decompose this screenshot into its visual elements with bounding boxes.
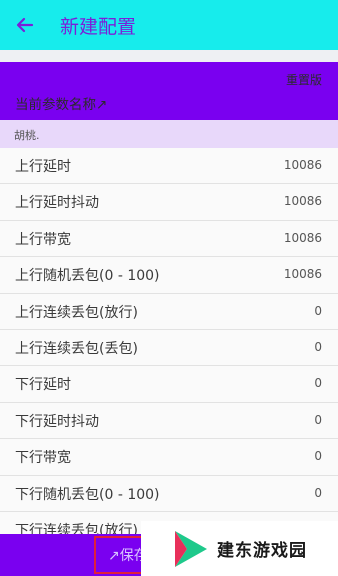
param-label: 上行随机丢包(0 - 100)	[15, 268, 160, 285]
param-value: 10086	[283, 230, 322, 245]
reset-button[interactable]: 重置版	[286, 71, 322, 88]
param-value: 10086	[283, 158, 322, 172]
divider	[0, 50, 338, 62]
param-label: 上行延时	[15, 159, 71, 175]
param-label: 上行连续丢包(丢包)	[15, 340, 138, 357]
watermark-text: 建东游戏园	[217, 541, 307, 561]
param-value: 0	[314, 303, 322, 318]
config-name-value: 胡桃.	[14, 129, 40, 142]
param-row[interactable]: 下行随机丢包(0 - 100) 0	[0, 476, 338, 512]
param-row[interactable]: 下行延时抖动 0	[0, 403, 338, 440]
param-row[interactable]: 下行带宽 0	[0, 439, 338, 476]
param-label: 下行延时抖动	[15, 413, 99, 430]
current-name-label[interactable]: 当前参数名称↗	[15, 93, 107, 113]
param-label: 上行延时抖动	[15, 195, 99, 212]
param-row[interactable]: 上行连续丢包(丢包) 0	[0, 330, 338, 367]
param-value: 0	[314, 485, 322, 500]
watermark: 建东游戏园	[141, 521, 338, 576]
param-value: 10086	[283, 194, 322, 209]
page-title: 新建配置	[60, 15, 137, 38]
param-row[interactable]: 上行随机丢包(0 - 100) 10086	[0, 257, 338, 294]
param-value: 0	[314, 376, 322, 391]
param-label: 下行延时	[15, 377, 71, 394]
back-button[interactable]	[10, 10, 40, 40]
param-row[interactable]: 下行延时 0	[0, 366, 338, 403]
param-row[interactable]: 上行带宽 10086	[0, 221, 338, 258]
param-label: 下行连续丢包(放行)	[15, 522, 138, 534]
param-label: 下行随机丢包(0 - 100)	[15, 486, 160, 503]
param-value: 0	[314, 412, 322, 427]
param-label: 下行带宽	[15, 450, 71, 467]
app-bar: 新建配置	[0, 0, 338, 50]
arrow-left-icon	[16, 17, 34, 33]
config-name-field[interactable]: 胡桃.	[0, 120, 338, 148]
param-value: 0	[314, 339, 322, 354]
param-row[interactable]: 上行延时 10086	[0, 148, 338, 185]
param-value: 10086	[283, 267, 322, 282]
param-row[interactable]: 上行连续丢包(放行) 0	[0, 294, 338, 330]
config-banner: 重置版 当前参数名称↗	[0, 62, 338, 120]
play-logo-icon	[175, 530, 207, 567]
param-row[interactable]: 上行延时抖动 10086	[0, 184, 338, 221]
param-label: 上行连续丢包(放行)	[15, 304, 138, 321]
param-label: 上行带宽	[15, 231, 71, 248]
param-value: 0	[314, 449, 322, 464]
param-list: 上行延时 10086 上行延时抖动 10086 上行带宽 10086 上行随机丢包(0 - …	[0, 148, 338, 534]
